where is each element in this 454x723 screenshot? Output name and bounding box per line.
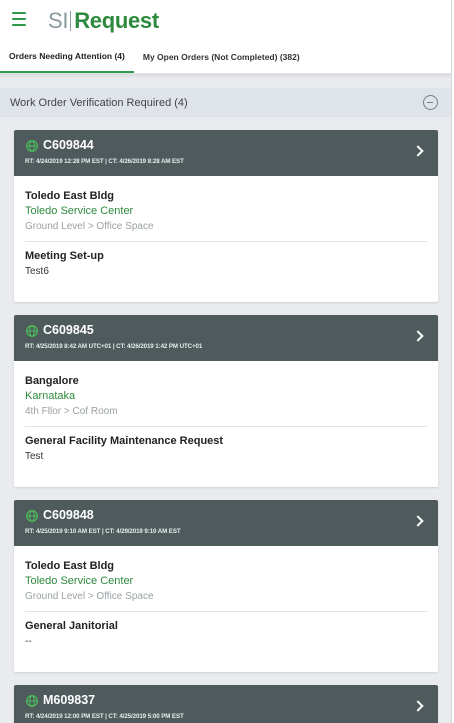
order-times: RT: 4/24/2019 12:00 PM EST | CT: 4/25/20… [25,713,184,720]
hamburger-menu-icon[interactable] [12,12,26,26]
tab-orders-needing-attention[interactable]: Orders Needing Attention (4) [0,41,134,73]
app-logo: SI Request [48,8,159,34]
request-type: General Janitorial [25,620,118,632]
divider [25,241,427,242]
request-description: Test6 [25,266,49,277]
logo-si: SI [48,8,69,33]
globe-icon [26,140,38,152]
app-frame: SI Request Orders Needing Attention (4) … [0,0,452,723]
building-name: Bangalore [25,375,79,387]
order-card-header[interactable]: C609848 RT: 4/25/2019 9:10 AM EST | CT: … [14,500,438,546]
order-card: C609848 RT: 4/25/2019 9:10 AM EST | CT: … [14,500,438,672]
order-times: RT: 4/25/2019 8:42 AM UTC+01 | CT: 4/26/… [25,343,203,350]
request-description: Test [25,451,44,462]
site-name: Toledo Service Center [25,205,134,217]
globe-icon [26,695,38,707]
location-path: Ground Level > Office Space [25,591,154,602]
order-number: M609837 [43,693,96,707]
divider [25,426,427,427]
section-header: Work Order Verification Required (4) [0,88,451,117]
request-type: General Facility Maintenance Request [25,435,224,447]
order-times: RT: 4/25/2019 9:10 AM EST | CT: 4/29/201… [25,528,181,535]
order-number: C609848 [43,508,94,522]
chevron-right-icon[interactable] [412,145,424,157]
logo-request: Request [74,8,159,33]
request-description: -- [25,636,32,647]
building-name: Toledo East Bldg [25,190,115,202]
order-card-body: Toledo East Bldg Toledo Service Center G… [14,176,438,279]
order-card-body: Toledo East Bldg Toledo Service Center G… [14,546,438,649]
request-type: Meeting Set-up [25,250,104,262]
order-card-header[interactable]: C609844 RT: 4/24/2019 12:28 PM EST | CT:… [14,130,438,176]
minus-circle-icon[interactable] [423,95,438,110]
chevron-right-icon[interactable] [412,515,424,527]
chevron-right-icon[interactable] [412,700,424,712]
divider [25,611,427,612]
site-name: Karnataka [25,390,76,402]
location-path: Ground Level > Office Space [25,221,154,232]
site-name: Toledo Service Center [25,575,134,587]
globe-icon [26,510,38,522]
order-card: M609837 RT: 4/24/2019 12:00 PM EST | CT:… [14,685,438,723]
order-card: C609844 RT: 4/24/2019 12:28 PM EST | CT:… [14,130,438,302]
section-title: Work Order Verification Required (4) [10,96,188,109]
order-card-header[interactable]: C609845 RT: 4/25/2019 8:42 AM UTC+01 | C… [14,315,438,361]
app-header: SI Request [0,0,451,42]
order-tabs: Orders Needing Attention (4) My Open Ord… [0,41,451,74]
order-card-body: Bangalore Karnataka 4th Fllor > Cof Room… [14,361,438,464]
location-path: 4th Fllor > Cof Room [25,406,118,417]
order-number: C609845 [43,323,94,337]
order-card: C609845 RT: 4/25/2019 8:42 AM UTC+01 | C… [14,315,438,487]
tab-my-open-orders[interactable]: My Open Orders (Not Completed) (382) [134,41,309,73]
building-name: Toledo East Bldg [25,560,115,572]
order-card-header[interactable]: M609837 RT: 4/24/2019 12:00 PM EST | CT:… [14,685,438,723]
order-number: C609844 [43,138,94,152]
order-times: RT: 4/24/2019 12:28 PM EST | CT: 4/26/20… [25,158,184,165]
globe-icon [26,325,38,337]
chevron-right-icon[interactable] [412,330,424,342]
